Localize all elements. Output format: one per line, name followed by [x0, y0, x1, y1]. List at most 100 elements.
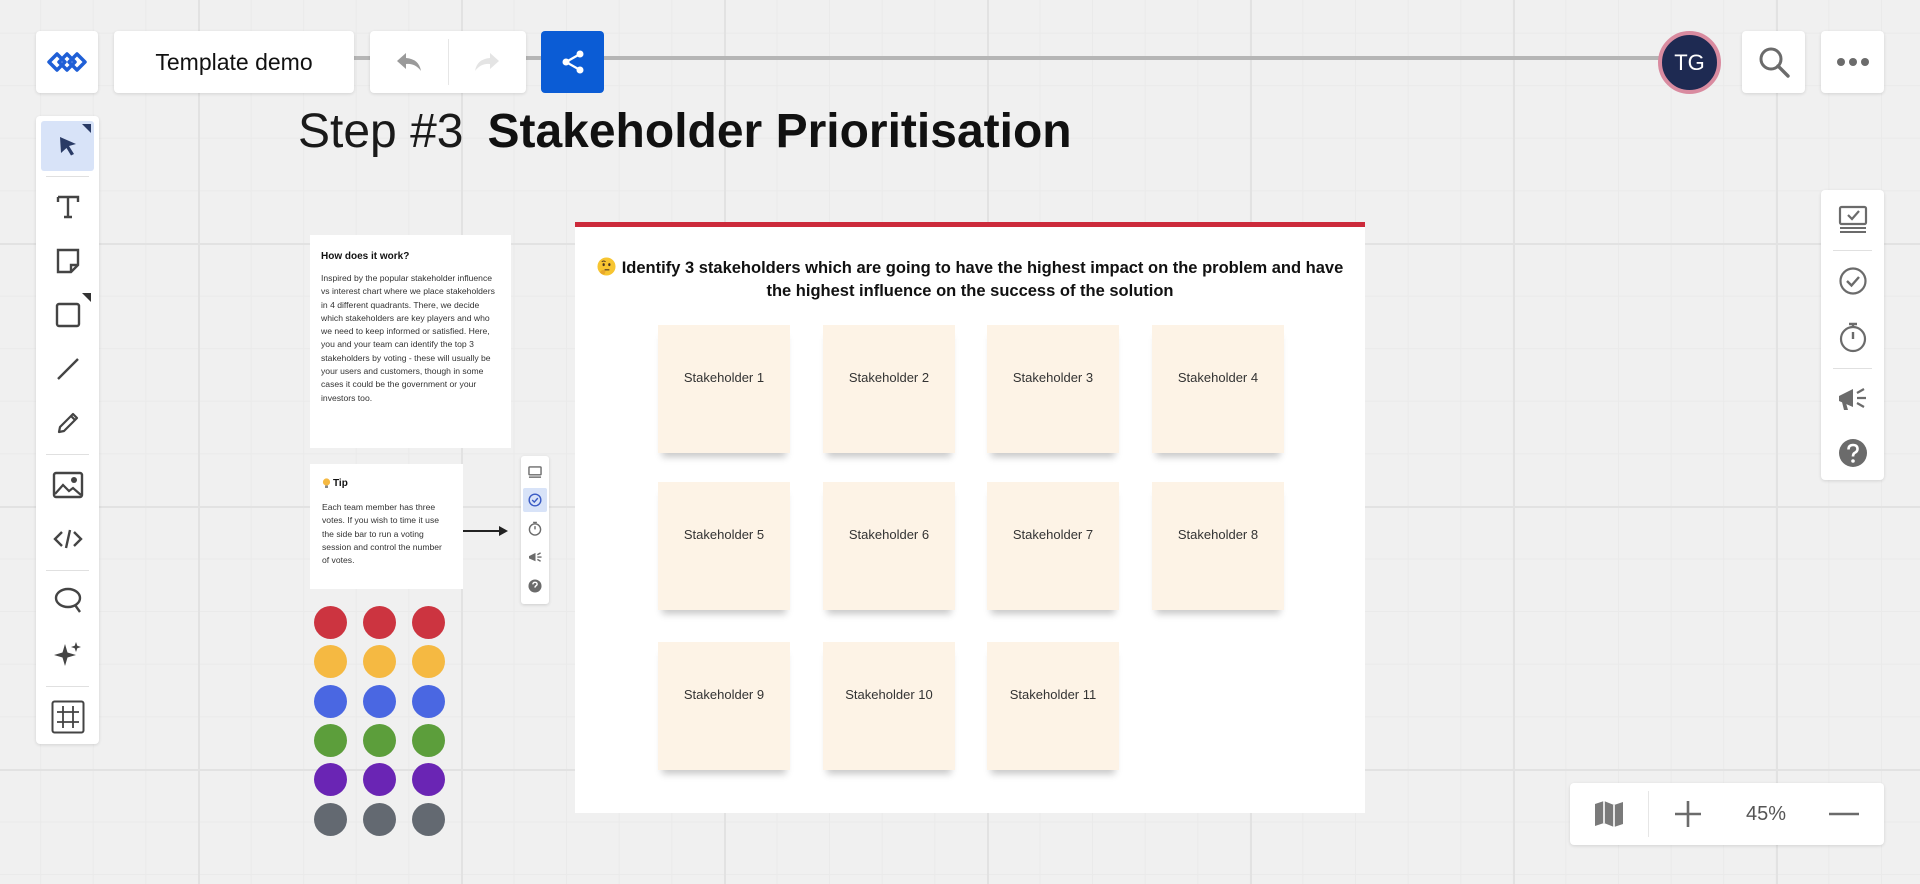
stakeholder-sticky-note[interactable]: Stakeholder 11	[987, 642, 1119, 770]
present-button[interactable]	[1821, 194, 1884, 244]
step-title: Stakeholder Prioritisation	[487, 105, 1072, 158]
toolbar-separator	[46, 176, 89, 177]
plus-icon	[1675, 801, 1701, 827]
tip-card[interactable]: Tip Each team member has three votes. If…	[310, 464, 463, 589]
voting-dot[interactable]	[363, 803, 396, 836]
toolbar-separator	[46, 570, 89, 571]
user-avatar[interactable]: TG	[1658, 31, 1721, 94]
app-logo-button[interactable]	[36, 31, 98, 93]
mini-timer-button	[523, 516, 547, 540]
voting-button[interactable]	[1821, 256, 1884, 306]
stakeholder-sticky-note[interactable]: Stakeholder 6	[823, 482, 955, 610]
step-number: Step #3	[298, 105, 464, 158]
shape-tool[interactable]	[41, 290, 94, 340]
ai-assist-tool[interactable]	[41, 630, 94, 680]
select-icon	[59, 137, 76, 156]
more-icon	[1836, 58, 1869, 66]
redo-button[interactable]	[449, 31, 527, 93]
voting-dot[interactable]	[314, 685, 347, 718]
voting-dot[interactable]	[412, 685, 445, 718]
share-button[interactable]	[541, 31, 604, 93]
image-tool[interactable]	[41, 460, 94, 510]
stakeholder-sticky-note[interactable]: Stakeholder 10	[823, 642, 955, 770]
undo-button[interactable]	[370, 31, 448, 93]
present-icon	[528, 465, 542, 478]
more-options-button[interactable]	[1821, 31, 1884, 93]
line-tool[interactable]	[41, 344, 94, 394]
voting-dot[interactable]	[363, 724, 396, 757]
search-button[interactable]	[1742, 31, 1805, 93]
mini-toolbar-image	[521, 456, 549, 604]
voting-icon	[1838, 267, 1867, 295]
lasso-icon	[54, 587, 81, 613]
frame-icon	[51, 700, 84, 734]
tip-body: Each team member has three votes. If you…	[322, 502, 442, 566]
announce-button[interactable]	[1821, 374, 1884, 424]
zoom-out-button[interactable]	[1805, 783, 1883, 845]
stakeholder-sticky-note[interactable]: Stakeholder 5	[658, 482, 790, 610]
voting-dot[interactable]	[314, 803, 347, 836]
voting-icon	[528, 493, 542, 507]
timer-icon	[528, 521, 542, 536]
text-icon	[56, 195, 79, 219]
voting-dot[interactable]	[363, 685, 396, 718]
embed-tool[interactable]	[41, 514, 94, 564]
voting-dot[interactable]	[314, 724, 347, 757]
zoom-in-button[interactable]	[1649, 783, 1727, 845]
map-icon	[1595, 801, 1623, 827]
text-tool[interactable]	[41, 182, 94, 232]
share-icon	[562, 50, 583, 74]
voting-dot[interactable]	[314, 606, 347, 639]
timer-icon	[1839, 322, 1866, 353]
embed-icon	[52, 529, 83, 549]
connector-arrow-head	[499, 526, 508, 536]
step-headline[interactable]: Step #3 Stakeholder Prioritisation	[298, 104, 1072, 159]
present-icon	[1838, 205, 1867, 233]
sticky-note-tool[interactable]	[41, 236, 94, 286]
voting-dot[interactable]	[412, 763, 445, 796]
search-icon	[1759, 47, 1790, 78]
timer-button[interactable]	[1821, 312, 1884, 362]
stakeholder-sticky-note[interactable]: Stakeholder 3	[987, 325, 1119, 453]
voting-dot[interactable]	[412, 606, 445, 639]
stakeholder-sticky-note[interactable]: Stakeholder 1	[658, 325, 790, 453]
voting-dot[interactable]	[412, 724, 445, 757]
voting-dot[interactable]	[412, 803, 445, 836]
zoom-bar: 45%	[1570, 783, 1884, 845]
stakeholder-sticky-note[interactable]: Stakeholder 4	[1152, 325, 1284, 453]
zoom-level[interactable]: 45%	[1727, 783, 1805, 845]
how-it-works-card[interactable]: How does it work? Inspired by the popula…	[310, 235, 511, 448]
stakeholder-sticky-note[interactable]: Stakeholder 9	[658, 642, 790, 770]
tool-options-corner	[82, 124, 91, 133]
stakeholder-sticky-note[interactable]: Stakeholder 2	[823, 325, 955, 453]
voting-dot[interactable]	[363, 645, 396, 678]
tip-heading: Tip	[333, 478, 348, 489]
select-tool[interactable]	[41, 121, 94, 171]
minus-icon	[1829, 812, 1859, 816]
voting-dot[interactable]	[363, 606, 396, 639]
pen-tool[interactable]	[41, 398, 94, 448]
board-title[interactable]: Template demo	[114, 31, 354, 93]
ai-sparkle-icon	[53, 642, 81, 666]
how-it-works-heading: How does it work?	[321, 251, 410, 262]
voting-dot[interactable]	[363, 763, 396, 796]
announce-icon	[528, 551, 542, 562]
toolbar-separator	[1833, 368, 1872, 369]
voting-dot[interactable]	[412, 645, 445, 678]
lightbulb-icon	[322, 478, 331, 488]
announce-icon	[1838, 388, 1866, 410]
stakeholder-sticky-note[interactable]: Stakeholder 7	[987, 482, 1119, 610]
line-icon	[56, 358, 79, 380]
help-icon	[528, 579, 542, 593]
map-button[interactable]	[1570, 783, 1648, 845]
stakeholder-sticky-note[interactable]: Stakeholder 8	[1152, 482, 1284, 610]
help-button[interactable]	[1821, 428, 1884, 478]
help-icon	[1838, 439, 1867, 467]
frame-heading: Identify 3 stakeholders which are going …	[595, 257, 1345, 303]
voting-dot[interactable]	[314, 763, 347, 796]
toolbar-separator	[1833, 250, 1872, 251]
voting-dot[interactable]	[314, 645, 347, 678]
lasso-tool[interactable]	[41, 576, 94, 626]
frame-tool[interactable]	[41, 692, 94, 742]
stakeholder-frame[interactable]: Identify 3 stakeholders which are going …	[575, 222, 1365, 813]
